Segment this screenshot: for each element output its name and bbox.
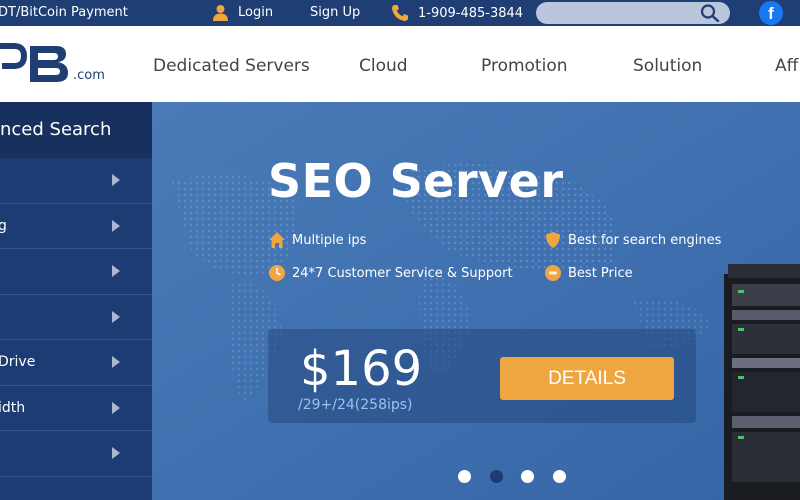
phone-number: 1-909-485-3844	[418, 5, 524, 21]
price-tag-icon	[545, 265, 561, 281]
signup-link[interactable]: Sign Up	[310, 5, 360, 20]
nav-cloud[interactable]: Cloud	[359, 56, 408, 76]
server-rack-image	[724, 264, 800, 500]
sidebar-item-label: idth	[0, 399, 26, 416]
search-icon	[700, 4, 720, 23]
sidebar-item-label: g	[0, 217, 7, 234]
clock-icon	[269, 265, 285, 281]
top-bar: DT/BitCoin Payment Login Sign Up 1-909-4…	[0, 0, 800, 26]
feature-item: Multiple ips	[268, 231, 366, 249]
details-button[interactable]: DETAILS	[500, 357, 674, 400]
feature-text: 24*7 Customer Service & Support	[292, 265, 513, 281]
search-button[interactable]	[700, 4, 720, 23]
chevron-right-icon	[112, 219, 120, 232]
hero-title: SEO Server	[268, 154, 564, 208]
facebook-icon[interactable]: f	[759, 1, 783, 25]
feature-text: Best for search engines	[568, 232, 722, 248]
price-note: /29+/24(258ips)	[298, 397, 413, 413]
login-label: Login	[238, 5, 274, 20]
sidebar-item[interactable]	[0, 295, 152, 340]
sidebar-item[interactable]	[0, 477, 152, 500]
sidebar-item[interactable]	[0, 249, 152, 295]
feature-text: Best Price	[568, 265, 633, 281]
phone-icon	[392, 5, 408, 21]
site-header: .com Dedicated Servers Cloud Promotion S…	[0, 26, 800, 102]
carousel-dot-3[interactable]	[521, 470, 534, 483]
sidebar-item-bandwidth[interactable]: idth	[0, 386, 152, 431]
sidebar-item[interactable]	[0, 431, 152, 477]
login-link[interactable]: Login	[212, 4, 273, 21]
sidebar-item[interactable]	[0, 158, 152, 204]
sidebar-title[interactable]: nced Search	[0, 102, 152, 158]
hero-banner: SEO Server Multiple ips Best for search …	[152, 102, 800, 500]
price-panel: $169 /29+/24(258ips) DETAILS	[268, 329, 696, 423]
chevron-right-icon	[112, 310, 120, 323]
chevron-right-icon	[112, 174, 120, 186]
chevron-right-icon	[112, 356, 120, 368]
price-value: $169	[300, 341, 423, 397]
feature-item: Best for search engines	[544, 231, 721, 249]
site-logo[interactable]	[0, 42, 72, 86]
nav-affiliate[interactable]: Aff	[775, 56, 798, 76]
shield-icon	[546, 232, 560, 248]
payment-info: DT/BitCoin Payment	[0, 5, 128, 20]
phone-info: 1-909-485-3844	[391, 4, 523, 22]
home-icon	[269, 232, 285, 248]
chevron-right-icon	[112, 265, 120, 277]
carousel-dot-2[interactable]	[490, 470, 503, 483]
feature-text: Multiple ips	[292, 232, 367, 248]
nav-promotion[interactable]: Promotion	[481, 56, 568, 76]
sidebar-item-drive[interactable]: Drive	[0, 340, 152, 386]
nav-dedicated-servers[interactable]: Dedicated Servers	[153, 56, 310, 76]
carousel-dot-1[interactable]	[458, 470, 471, 483]
user-icon	[213, 5, 228, 21]
sidebar-item-label: Drive	[0, 354, 36, 370]
carousel-dot-4[interactable]	[553, 470, 566, 483]
sidebar-item[interactable]: g	[0, 204, 152, 249]
feature-item: 24*7 Customer Service & Support	[268, 264, 513, 282]
chevron-right-icon	[112, 401, 120, 414]
nav-solution[interactable]: Solution	[633, 56, 702, 76]
chevron-right-icon	[112, 447, 120, 459]
sidebar: nced Search g Drive idth	[0, 102, 152, 500]
logo-suffix: .com	[73, 68, 105, 83]
feature-item: Best Price	[544, 264, 633, 282]
